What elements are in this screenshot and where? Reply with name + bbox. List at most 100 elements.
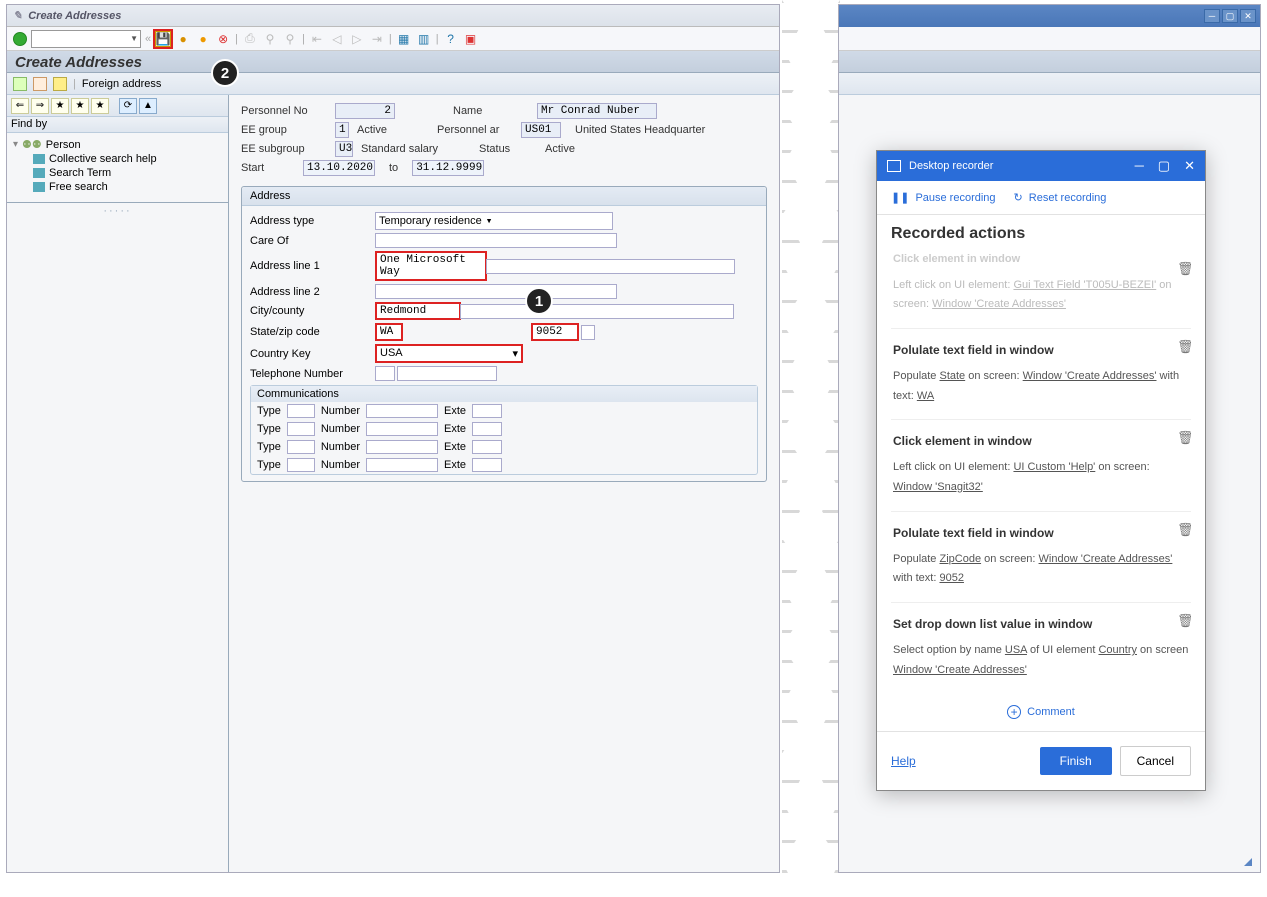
delete-icon[interactable]: 🗑 [1177,259,1191,273]
doc-new-icon[interactable] [33,77,47,91]
tel1-field[interactable] [375,366,395,381]
action-card[interactable]: Click element in window 🗑 Left click on … [891,420,1191,511]
link[interactable]: Window 'Create Addresses' [1039,553,1173,565]
zip-field[interactable]: 9052 [531,323,579,341]
foreign-address-label[interactable]: Foreign address [82,78,162,90]
link[interactable]: Window 'Create Addresses' [932,298,1066,310]
link[interactable]: Country [1098,644,1137,656]
link[interactable]: 9052 [939,572,963,584]
personnel-no-field[interactable]: 2 [335,103,395,119]
pause-recording-button[interactable]: ❚❚Pause recording [891,191,996,204]
minimize-icon[interactable]: ─ [1135,158,1144,174]
comm-ext[interactable] [472,440,502,454]
resize-grip-icon[interactable] [1244,858,1252,866]
comm-ext[interactable] [472,458,502,472]
link[interactable]: Window 'Create Addresses' [893,664,1027,676]
delete-icon[interactable]: 🗑 [1177,337,1191,351]
nav-refresh-icon[interactable]: ⟳ [119,98,137,114]
window-menu-icon[interactable]: ✎ [13,9,22,22]
save-icon[interactable]: 💾 [155,31,171,47]
person-icon[interactable] [53,77,67,91]
action-card[interactable]: Polulate text field in window 🗑 Populate… [891,512,1191,603]
finish-button[interactable]: Finish [1040,747,1112,775]
tree-item-collective[interactable]: Collective search help [13,152,222,166]
ee-subgroup-field: U3 [335,141,353,157]
close-icon[interactable]: ✕ [1240,9,1256,23]
tree-item-free-search[interactable]: Free search [13,180,222,194]
link[interactable]: UI Custom 'Help' [1013,461,1095,473]
link[interactable]: Gui Text Field 'T005U-BEZEI' [1013,279,1156,291]
comm-type[interactable] [287,404,315,418]
personnel-no-label: Personnel No [241,105,331,117]
tree-item-person[interactable]: ▾ ⚉⚉ Person [13,137,222,152]
comm-number[interactable] [366,404,438,418]
comm-ext[interactable] [472,422,502,436]
person-group-icon: ⚉⚉ [22,138,42,151]
maximize-icon[interactable]: ▢ [1158,158,1170,174]
nav-fwd-icon[interactable]: ⇒ [31,98,49,114]
comm-number[interactable] [366,440,438,454]
action-card[interactable]: Set drop down list value in window 🗑 Sel… [891,603,1191,693]
help-link[interactable]: Help [891,754,916,768]
start-field[interactable]: 13.10.2020 [303,160,375,176]
line1-field[interactable]: One Microsoft Way [375,251,487,281]
line2-field[interactable] [375,284,617,299]
action-card[interactable]: Click element in window 🗑 Left click on … [891,251,1191,329]
link[interactable]: State [939,370,965,382]
comm-type[interactable] [287,458,315,472]
comm-number[interactable] [366,422,438,436]
nav-back-icon[interactable]: ⇐ [11,98,29,114]
cancel-button[interactable]: Cancel [1120,746,1191,776]
add-comment-button[interactable]: +Comment [891,693,1191,731]
layout-icon[interactable]: ▥ [416,31,432,47]
link[interactable]: USA [1005,644,1027,656]
maximize-icon[interactable]: ▢ [1222,9,1238,23]
address-type-dropdown[interactable]: Temporary residence [375,212,613,230]
state-field[interactable]: WA [375,323,403,341]
comm-type[interactable] [287,422,315,436]
recorder-title-bar[interactable]: Desktop recorder ─ ▢ ✕ [877,151,1205,181]
nav-fav3-icon[interactable]: ★ [91,98,109,114]
line1-field-ext[interactable] [486,259,735,274]
name-label: Name [453,105,533,117]
ok-icon[interactable] [13,32,27,46]
close-icon[interactable]: ✕ [1184,158,1195,174]
county-field[interactable] [460,304,734,319]
comm-number[interactable] [366,458,438,472]
zip-ext-field[interactable] [581,325,595,340]
link[interactable]: WA [917,390,934,402]
reset-recording-button[interactable]: ↻Reset recording [1014,191,1107,204]
desktop-recorder-window: Desktop recorder ─ ▢ ✕ ❚❚Pause recording… [876,150,1206,791]
delete-icon[interactable]: 🗑 [1177,520,1191,534]
action-card[interactable]: Polulate text field in window 🗑 Populate… [891,329,1191,420]
city-field[interactable]: Redmond [375,302,461,320]
customize-icon[interactable]: ▣ [463,31,479,47]
tree-item-search-term[interactable]: Search Term [13,166,222,180]
end-field[interactable]: 31.12.9999 [412,160,484,176]
expand-icon[interactable]: ▾ [13,139,18,150]
comm-ext[interactable] [472,404,502,418]
delete-icon[interactable]: 🗑 [1177,611,1191,625]
nav-fav2-icon[interactable]: ★ [71,98,89,114]
cancel-icon[interactable]: ⊗ [215,31,231,47]
nav-fav-icon[interactable]: ★ [51,98,69,114]
country-dropdown[interactable]: USA▾ [375,344,523,363]
back-icon[interactable]: ● [175,31,191,47]
careof-field[interactable] [375,233,617,248]
comm-type[interactable] [287,440,315,454]
plus-icon: + [1007,705,1021,719]
next-page-icon: ▷ [349,31,365,47]
command-field[interactable] [31,30,141,48]
exit-icon[interactable]: ● [195,31,211,47]
link[interactable]: Window 'Create Addresses' [1023,370,1157,382]
new-session-icon[interactable]: ▦ [396,31,412,47]
nav-up-icon[interactable]: ▲ [139,98,157,114]
tel2-field[interactable] [397,366,497,381]
link[interactable]: Window 'Snagit32' [893,481,983,493]
delete-icon[interactable]: 🗑 [1177,428,1191,442]
doc-icon[interactable] [13,77,27,91]
annotation-badge-2: 2 [211,59,239,87]
help-icon[interactable]: ? [443,31,459,47]
link[interactable]: ZipCode [939,553,981,565]
minimize-icon[interactable]: ─ [1204,9,1220,23]
